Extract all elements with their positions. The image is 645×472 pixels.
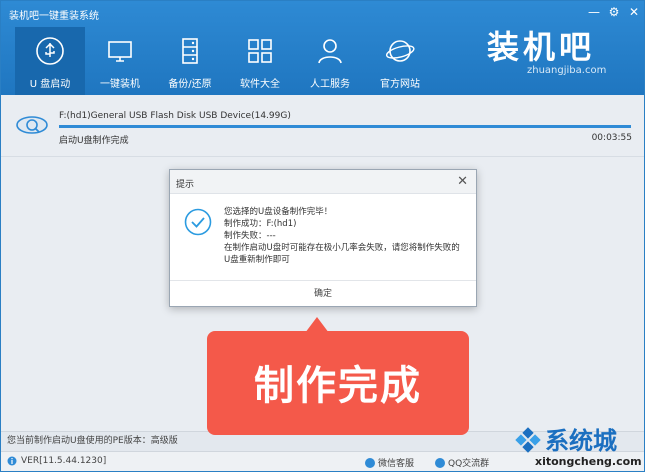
settings-button[interactable]: ⚙: [605, 5, 623, 19]
header-bar: 装机吧一键重装系统 — ⚙ ✕ U 盘启动 一键装机 备份/还原 软件大全 人工…: [1, 1, 644, 95]
dialog-close-button[interactable]: ✕: [457, 174, 468, 189]
device-row: F:(hd1)General USB Flash Disk USB Device…: [1, 97, 644, 157]
nav-label: U 盘启动: [29, 79, 71, 90]
version-label: VER[11.5.44.1230]: [7, 456, 106, 466]
app-window: 装机吧一键重装系统 — ⚙ ✕ U 盘启动 一键装机 备份/还原 软件大全 人工…: [0, 0, 645, 472]
window-title: 装机吧一键重装系统: [9, 11, 99, 22]
nav-label: 软件大全: [240, 79, 280, 90]
minimize-button[interactable]: —: [585, 5, 603, 19]
nav-official-site[interactable]: 官方网站: [365, 27, 435, 95]
qq-label: QQ交流群: [448, 459, 490, 469]
message-line: U盘重新制作即可: [224, 255, 290, 265]
nav-backup-restore[interactable]: 备份/还原: [155, 27, 225, 95]
device-name: F:(hd1)General USB Flash Disk USB Device…: [59, 111, 291, 121]
logo-url: zhuangjiba.com: [527, 65, 607, 76]
nav-usb-boot[interactable]: U 盘启动: [15, 27, 85, 95]
planet-icon: [382, 33, 418, 69]
nav-label: 一键装机: [100, 79, 140, 90]
qq-group-link[interactable]: QQ交流群: [435, 456, 489, 469]
wechat-label: 微信客服: [378, 459, 415, 469]
server-icon: [172, 33, 208, 69]
completion-callout: 制作完成: [207, 331, 469, 435]
dialog-header: 提示 ✕: [170, 170, 476, 194]
logo-text: 装机吧: [487, 28, 596, 66]
dialog-body: 您选择的U盘设备制作完毕！ 制作成功：F:(hd1) 制作失败：--- 在制作启…: [170, 194, 476, 280]
nav-support[interactable]: 人工服务: [295, 27, 365, 95]
chat-icon: [365, 457, 375, 468]
version-text: VER[11.5.44.1230]: [21, 456, 107, 466]
message-line: 制作成功：F:(hd1): [224, 219, 297, 229]
message-line: 在制作启动U盘时可能存在极小几率会失败，请您将制作失败的: [224, 243, 460, 253]
windows-logo-icon: [515, 427, 541, 453]
nav-label: 官方网站: [380, 79, 420, 90]
dialog-title: 提示: [176, 180, 195, 190]
user-icon: [312, 33, 348, 69]
nav-label: 备份/还原: [168, 79, 212, 90]
callout-text: 制作完成: [254, 363, 422, 409]
prompt-dialog: 提示 ✕ 您选择的U盘设备制作完毕！ 制作成功：F:(hd1) 制作失败：---…: [169, 169, 477, 307]
monitor-icon: [102, 33, 138, 69]
progress-bar: [59, 125, 631, 128]
qq-icon: [435, 457, 445, 468]
status-text: 启动U盘制作完成: [59, 136, 129, 146]
usb-icon: [32, 33, 68, 69]
message-line: 制作失败：---: [224, 231, 276, 241]
dialog-message: 您选择的U盘设备制作完毕！ 制作成功：F:(hd1) 制作失败：--- 在制作启…: [224, 206, 460, 266]
grid-icon: [242, 33, 278, 69]
message-line: 您选择的U盘设备制作完毕！: [224, 207, 333, 217]
ok-button[interactable]: 确定: [170, 280, 476, 306]
watermark-text: 系统城: [545, 427, 617, 455]
close-window-button[interactable]: ✕: [625, 5, 643, 19]
elapsed-time: 00:03:55: [591, 133, 632, 143]
progress-fill: [59, 125, 631, 128]
check-circle-icon: [184, 208, 212, 236]
info-icon: [7, 456, 17, 466]
brand-logo: 装机吧 zhuangjiba.com: [487, 29, 637, 79]
wechat-support-link[interactable]: 微信客服: [365, 456, 414, 469]
nav-label: 人工服务: [310, 79, 350, 90]
nav-software[interactable]: 软件大全: [225, 27, 295, 95]
main-nav: U 盘启动 一键装机 备份/还原 软件大全 人工服务 官方网站: [15, 27, 435, 95]
watermark: 系统城 xitongcheng.com: [513, 421, 643, 469]
nav-one-click-install[interactable]: 一键装机: [85, 27, 155, 95]
watermark-url: xitongcheng.com: [535, 455, 642, 468]
usb-drive-icon: [16, 116, 48, 134]
